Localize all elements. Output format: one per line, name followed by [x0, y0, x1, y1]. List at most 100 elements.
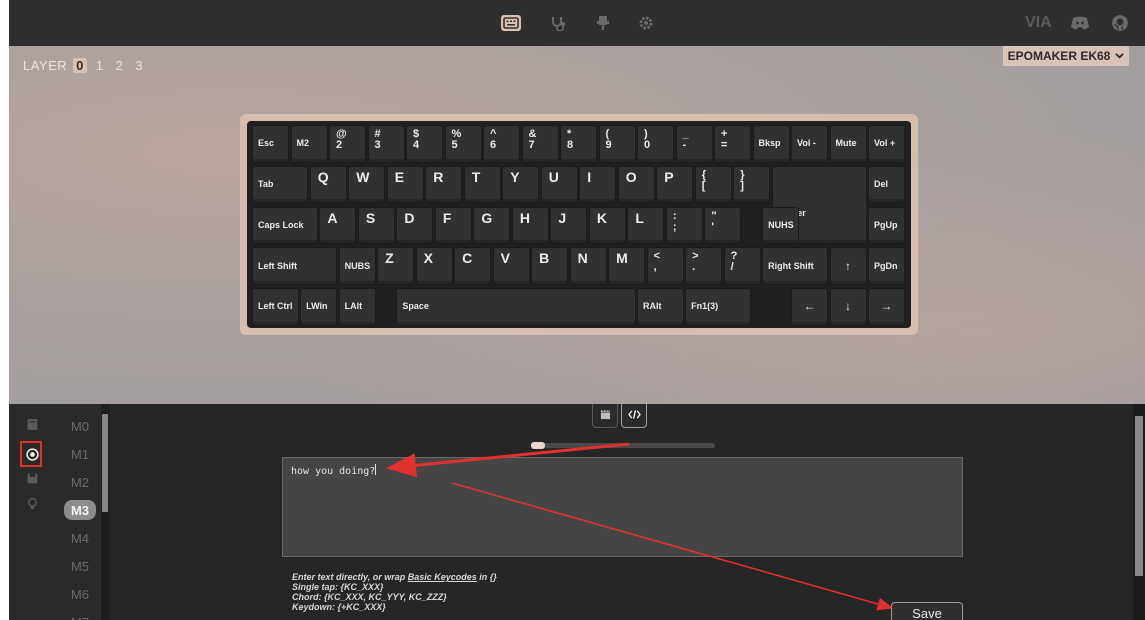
tab-script[interactable] — [621, 404, 647, 428]
key-left-ctrl[interactable]: Left Ctrl — [252, 288, 299, 326]
macro-item-m3[interactable]: M3 — [64, 500, 96, 520]
key-lalt[interactable]: LAlt — [338, 288, 376, 326]
key-m[interactable]: M — [608, 247, 646, 285]
macro-item-m2[interactable]: M2 — [64, 472, 96, 492]
key-lwin[interactable]: LWin — [300, 288, 338, 326]
key-sym[interactable]: ← — [791, 288, 828, 326]
key-fn1-3[interactable]: Fn1(3) — [685, 288, 751, 326]
key-y[interactable]: Y — [502, 165, 540, 204]
key-sym[interactable]: ? / — [723, 247, 761, 285]
key-5[interactable]: % 5 — [444, 125, 482, 163]
key-q[interactable]: Q — [309, 165, 347, 204]
key-u[interactable]: U — [540, 165, 578, 204]
key-left-shift[interactable]: Left Shift — [252, 247, 338, 285]
key-pgdn[interactable]: PgDn — [868, 247, 905, 285]
key-a[interactable]: A — [319, 206, 357, 245]
key-w[interactable]: W — [348, 165, 386, 204]
key-h[interactable]: H — [511, 206, 549, 245]
key-nubs[interactable]: NUBS — [338, 247, 376, 285]
key-sym[interactable]: {[ — [694, 165, 732, 204]
key-bksp[interactable]: Bksp — [752, 125, 790, 163]
key-r[interactable]: R — [425, 165, 463, 204]
key-o[interactable]: O — [617, 165, 655, 204]
key-esc[interactable]: Esc — [252, 125, 289, 163]
key-f[interactable]: F — [434, 206, 472, 245]
tab-recorder[interactable] — [592, 404, 618, 428]
layer-2-button[interactable]: 2 — [113, 58, 127, 73]
save-button[interactable]: Save — [891, 602, 963, 620]
key-del[interactable]: Del — [868, 165, 905, 204]
macro-delay-slider-handle[interactable] — [531, 442, 545, 449]
macro-item-m5[interactable]: M5 — [64, 556, 96, 576]
key-vol[interactable]: Vol - — [791, 125, 828, 163]
key-c[interactable]: C — [454, 247, 492, 285]
key-sym[interactable]: ↑ — [829, 247, 867, 285]
key-7[interactable]: & 7 — [521, 125, 559, 163]
key-space[interactable]: Space — [396, 288, 636, 326]
macro-item-m6[interactable]: M6 — [64, 584, 96, 604]
key-3[interactable]: #3 — [367, 125, 405, 163]
device-select[interactable]: EPOMAKER EK68 — [1003, 46, 1129, 66]
key-4[interactable]: $4 — [406, 125, 443, 163]
key-z[interactable]: Z — [377, 247, 415, 285]
book-icon[interactable] — [24, 416, 40, 432]
key-0[interactable]: ) 0 — [637, 125, 674, 163]
key-e[interactable]: E — [386, 165, 424, 204]
key-tab[interactable]: Tab — [252, 165, 309, 204]
settings-icon[interactable] — [636, 15, 656, 31]
macro-delay-slider[interactable] — [531, 443, 715, 448]
key-sym[interactable]: <, — [646, 247, 684, 285]
lightbulb-icon[interactable] — [24, 495, 40, 511]
design-icon[interactable] — [593, 15, 613, 31]
key-pgup[interactable]: PgUp — [868, 206, 905, 245]
key-p[interactable]: P — [656, 165, 694, 204]
layer-3-button[interactable]: 3 — [132, 58, 146, 73]
key-caps-lock[interactable]: Caps Lock — [252, 206, 318, 245]
macro-item-m7[interactable]: M7 — [64, 612, 96, 620]
key-8[interactable]: * 8 — [560, 125, 597, 163]
key-sym[interactable]: " ' — [704, 206, 742, 245]
key-j[interactable]: J — [550, 206, 588, 245]
layer-1-button[interactable]: 1 — [93, 58, 107, 73]
key-k[interactable]: K — [588, 206, 626, 245]
panel-scroll-thumb[interactable] — [1135, 416, 1143, 576]
key-l[interactable]: L — [627, 206, 665, 245]
key-n[interactable]: N — [569, 247, 607, 285]
key-right-shift[interactable]: Right Shift — [762, 247, 828, 285]
basic-keycodes-link[interactable]: Basic Keycodes — [408, 572, 477, 582]
key-v[interactable]: V — [492, 247, 530, 285]
key-sym[interactable]: _ - — [675, 125, 713, 163]
key-t[interactable]: T — [463, 165, 501, 204]
key-sym[interactable]: + = — [714, 125, 751, 163]
key-sym[interactable]: >. — [685, 247, 723, 285]
layer-0-button[interactable]: 0 — [73, 58, 87, 73]
key-s[interactable]: S — [357, 206, 395, 245]
github-icon[interactable] — [1109, 15, 1131, 31]
key-6[interactable]: ^ 6 — [483, 125, 520, 163]
key-d[interactable]: D — [396, 206, 434, 245]
key-m2[interactable]: M2 — [290, 125, 328, 163]
key-sym[interactable]: → — [868, 288, 905, 326]
keyboard-icon[interactable] — [501, 15, 521, 31]
key-9[interactable]: (9 — [598, 125, 636, 163]
key-sym[interactable]: ↓ — [829, 288, 867, 326]
key-vol[interactable]: Vol + — [868, 125, 905, 163]
macro-text-input[interactable]: how you doing? — [282, 457, 963, 557]
macro-list-scroll-thumb[interactable] — [102, 414, 108, 512]
key-g[interactable]: G — [473, 206, 511, 245]
macro-item-m0[interactable]: M0 — [64, 416, 96, 436]
key-x[interactable]: X — [415, 247, 453, 285]
key-b[interactable]: B — [531, 247, 569, 285]
save-icon[interactable] — [24, 470, 40, 486]
macro-item-m4[interactable]: M4 — [64, 528, 96, 548]
key-sym[interactable]: :; — [665, 206, 703, 245]
key-i[interactable]: I — [579, 165, 617, 204]
via-logo[interactable]: VIA — [1025, 14, 1052, 32]
discord-icon[interactable] — [1069, 15, 1091, 31]
key-ralt[interactable]: RAlt — [637, 288, 684, 326]
key-2[interactable]: @2 — [329, 125, 366, 163]
key-sym[interactable]: }] — [733, 165, 771, 204]
key-nuhs[interactable]: NUHS — [762, 206, 800, 245]
stethoscope-icon[interactable] — [548, 15, 568, 31]
macro-item-m1[interactable]: M1 — [64, 444, 96, 464]
